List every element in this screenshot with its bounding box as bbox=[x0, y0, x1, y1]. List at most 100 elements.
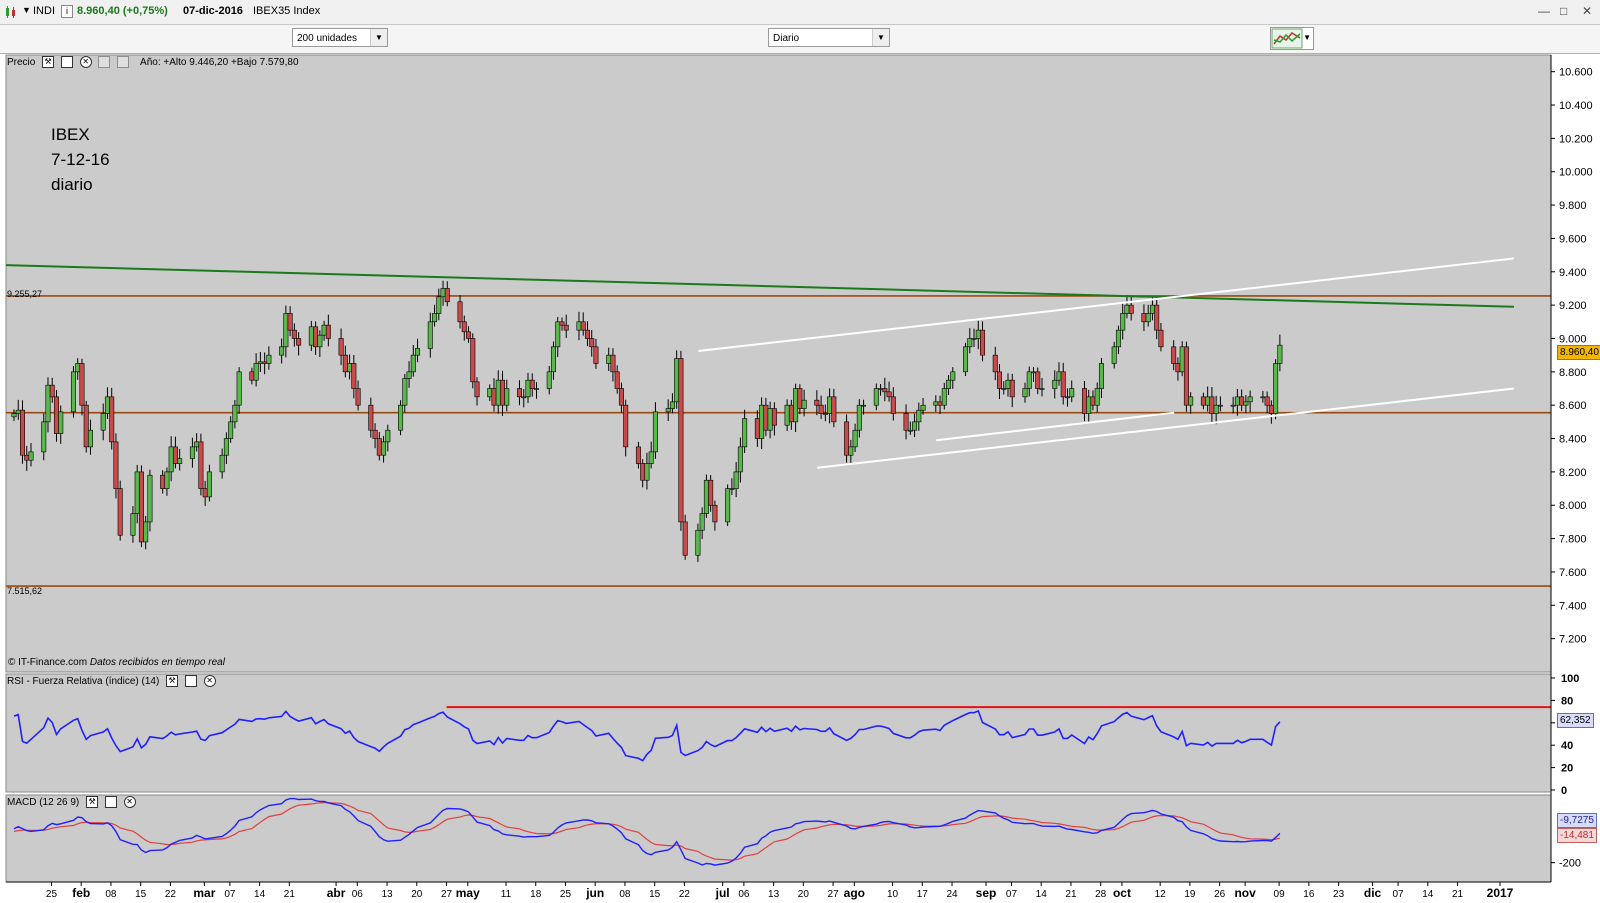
candle-body bbox=[678, 358, 684, 523]
candle-body bbox=[1022, 388, 1028, 398]
candle-body bbox=[890, 396, 896, 414]
wrench-icon[interactable]: ⚒ bbox=[166, 675, 179, 688]
x-tick-label: 2017 bbox=[1487, 886, 1514, 900]
candle-body bbox=[516, 388, 522, 398]
candle-body bbox=[980, 329, 986, 356]
macd-panel-background bbox=[5, 794, 1552, 883]
x-tick-label: 28 bbox=[1095, 889, 1107, 900]
candle-body bbox=[202, 488, 208, 498]
candle-body bbox=[1060, 371, 1066, 398]
candle-body bbox=[432, 313, 438, 323]
x-tick-label: 22 bbox=[679, 889, 691, 900]
macd-panel-header: MACD (12 26 9) ⚒ ✕ bbox=[7, 796, 136, 810]
candle-body bbox=[1217, 404, 1223, 407]
candle-body bbox=[886, 391, 892, 398]
candle-body bbox=[342, 354, 348, 373]
candle-body bbox=[296, 338, 302, 346]
close-icon[interactable]: ✕ bbox=[123, 796, 136, 809]
candle-body bbox=[321, 324, 327, 336]
candle-body bbox=[1183, 346, 1189, 406]
candle-body bbox=[1009, 379, 1015, 398]
candle-body bbox=[742, 418, 748, 448]
x-tick-label: 17 bbox=[917, 889, 929, 900]
candle-body bbox=[427, 321, 433, 349]
candle-body bbox=[262, 361, 268, 364]
y-tick-label: 10.200 bbox=[1559, 133, 1593, 145]
candle-body bbox=[1005, 379, 1011, 389]
candle-body bbox=[916, 409, 922, 423]
level-low-label: 7.515,62 bbox=[7, 586, 43, 596]
candle-body bbox=[1056, 371, 1062, 381]
copyright-note: Datos recibidos en tiempo real bbox=[89, 657, 225, 668]
x-tick-label: 07 bbox=[1006, 889, 1018, 900]
candle-body bbox=[1128, 304, 1134, 314]
candle-body bbox=[1145, 313, 1151, 323]
candle-body bbox=[733, 471, 739, 489]
y-tick-label: 8.600 bbox=[1559, 400, 1587, 412]
candle-body bbox=[844, 421, 850, 456]
candle-body bbox=[232, 404, 238, 423]
candle-body bbox=[937, 401, 943, 406]
x-tick-label: 16 bbox=[1303, 889, 1315, 900]
candle-body bbox=[1234, 396, 1240, 406]
x-tick-label: 18 bbox=[530, 889, 542, 900]
candle-body bbox=[814, 399, 820, 406]
candle-body bbox=[525, 379, 531, 398]
candle-body bbox=[177, 458, 183, 464]
candle-body bbox=[614, 371, 620, 389]
signal-last-value: -14,481 bbox=[1557, 828, 1597, 843]
close-icon[interactable]: ✕ bbox=[79, 56, 92, 69]
candle-body bbox=[87, 429, 93, 448]
y-tick-label: 10.000 bbox=[1559, 167, 1593, 179]
candle-body bbox=[1154, 304, 1160, 331]
candle-body bbox=[291, 329, 297, 339]
close-icon[interactable]: ✕ bbox=[203, 675, 216, 688]
window-icon[interactable] bbox=[184, 675, 197, 688]
candle-body bbox=[355, 388, 361, 406]
x-tick-label: dic bbox=[1364, 886, 1382, 900]
x-tick-label: 13 bbox=[768, 889, 780, 900]
candle-body bbox=[584, 329, 590, 339]
candle-body bbox=[313, 326, 319, 348]
last-price-marker: 8.960,40 bbox=[1557, 345, 1600, 360]
candle-body bbox=[1243, 401, 1249, 406]
annotation-line-3: diario bbox=[51, 175, 93, 194]
candle-body bbox=[1171, 346, 1177, 364]
candle-body bbox=[487, 388, 493, 398]
candle-body bbox=[109, 396, 115, 443]
candle-body bbox=[682, 521, 688, 556]
x-tick-label: 14 bbox=[1036, 889, 1048, 900]
price-panel-background bbox=[5, 54, 1552, 673]
candle-body bbox=[49, 384, 55, 398]
candle-body bbox=[550, 346, 556, 373]
candle-body bbox=[53, 396, 59, 434]
candle-body bbox=[500, 379, 506, 406]
rsi-panel-background bbox=[5, 673, 1552, 793]
x-tick-label: 23 bbox=[1333, 889, 1345, 900]
candle-body bbox=[618, 388, 624, 406]
price-panel-header: Precio ⚒ ✕ Año: +Alto 9.446,20 +Bajo 7.5… bbox=[7, 56, 299, 70]
window-icon[interactable] bbox=[104, 796, 117, 809]
wrench-icon[interactable]: ⚒ bbox=[86, 796, 99, 809]
x-tick-label: jul bbox=[715, 886, 730, 900]
window-icon[interactable] bbox=[60, 56, 73, 69]
wrench-icon[interactable]: ⚒ bbox=[42, 56, 55, 69]
x-tick-label: 27 bbox=[828, 889, 840, 900]
candle-body bbox=[1264, 396, 1270, 406]
candle-body bbox=[589, 338, 595, 348]
x-tick-label: 24 bbox=[946, 889, 958, 900]
x-tick-label: 13 bbox=[381, 889, 393, 900]
x-tick-label: 20 bbox=[798, 889, 810, 900]
candle-body bbox=[381, 441, 387, 456]
candle-body bbox=[1026, 371, 1032, 389]
candle-body bbox=[236, 371, 242, 406]
candle-body bbox=[907, 429, 913, 432]
candle-body bbox=[1094, 388, 1100, 406]
candle-body bbox=[593, 346, 599, 364]
candle-body bbox=[338, 338, 344, 356]
candle-body bbox=[1200, 396, 1206, 406]
copyright-text: © IT-Finance.com bbox=[8, 657, 88, 668]
candle-body bbox=[1064, 396, 1070, 399]
candle-body bbox=[856, 404, 862, 431]
candle-body bbox=[79, 363, 85, 406]
